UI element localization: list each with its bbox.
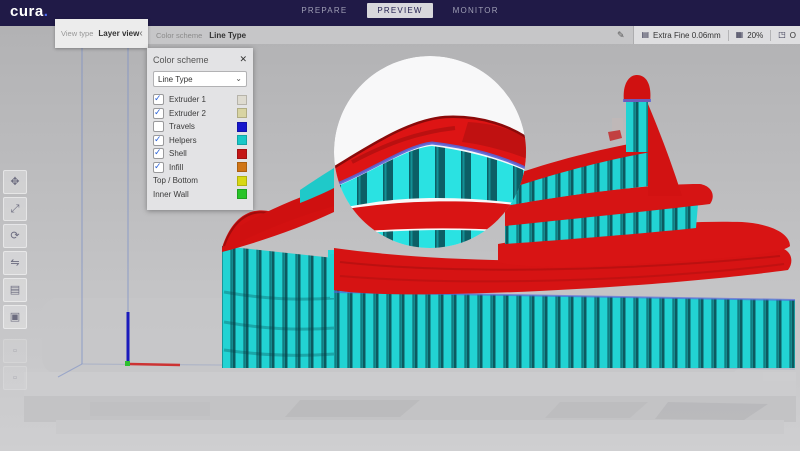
tool-button[interactable]: ✥ bbox=[3, 170, 27, 194]
row-checkbox[interactable] bbox=[153, 148, 164, 159]
tool-button[interactable]: ▫ bbox=[3, 366, 27, 390]
tool-sidebar: ✥ ⤢ ⟳ ⇋ ▤ ▣ ▫ ▫ bbox=[3, 170, 27, 390]
stage-tabs: PREPARE PREVIEW MONITOR bbox=[0, 0, 800, 20]
profile-summary: Extra Fine 0.06mm bbox=[653, 31, 721, 40]
tool-icon: ⇋ bbox=[10, 258, 19, 269]
row-checkbox[interactable] bbox=[153, 94, 164, 105]
color-scheme-strip: Color scheme Line Type ✎ ▤ Extra Fine 0.… bbox=[148, 26, 800, 44]
color-swatch bbox=[237, 176, 247, 186]
chip-divider bbox=[728, 30, 729, 41]
tool-button[interactable]: ⤢ bbox=[3, 197, 27, 221]
color-swatch bbox=[237, 108, 247, 118]
view-type-panel[interactable]: View type Layer view ‹ bbox=[55, 19, 148, 48]
legend-row: Helpers bbox=[153, 134, 247, 148]
legend-row: Top / Bottom bbox=[153, 174, 247, 188]
tab-prepare[interactable]: PREPARE bbox=[291, 3, 357, 18]
row-label: Infill bbox=[169, 163, 183, 172]
tool-icon: ▫ bbox=[13, 373, 17, 384]
row-label: Shell bbox=[169, 149, 187, 158]
infill-percent: 20% bbox=[747, 31, 763, 40]
color-swatch bbox=[237, 135, 247, 145]
adhesion-icon: ◳ bbox=[778, 31, 786, 39]
tool-button[interactable]: ⟳ bbox=[3, 224, 27, 248]
color-scheme-strip-label: Color scheme bbox=[156, 31, 202, 40]
color-swatch bbox=[237, 149, 247, 159]
tab-monitor[interactable]: MONITOR bbox=[443, 3, 509, 18]
adhesion-value: O bbox=[790, 31, 796, 40]
print-settings-summary: ✎ ▤ Extra Fine 0.06mm ▦ 20% ◳ O bbox=[617, 26, 800, 44]
row-label: Top / Bottom bbox=[153, 176, 198, 185]
settings-chip[interactable]: ▤ Extra Fine 0.06mm ▦ 20% ◳ O bbox=[633, 26, 800, 44]
tool-icon: ⤢ bbox=[11, 204, 20, 215]
row-checkbox[interactable] bbox=[153, 135, 164, 146]
legend-row: Extruder 2 bbox=[153, 107, 247, 121]
tab-preview[interactable]: PREVIEW bbox=[367, 3, 432, 18]
tool-button[interactable]: ▤ bbox=[3, 278, 27, 302]
row-label: Travels bbox=[169, 122, 195, 131]
color-swatch bbox=[237, 189, 247, 199]
tool-button[interactable]: ▫ bbox=[3, 339, 27, 363]
tool-button[interactable]: ▣ bbox=[3, 305, 27, 329]
chip-divider bbox=[770, 30, 771, 41]
view-type-value: Layer view bbox=[98, 29, 139, 38]
tool-button[interactable]: ⇋ bbox=[3, 251, 27, 275]
row-label: Inner Wall bbox=[153, 190, 189, 199]
row-checkbox[interactable] bbox=[153, 108, 164, 119]
row-checkbox[interactable] bbox=[153, 121, 164, 132]
view-type-label: View type bbox=[61, 29, 93, 38]
collapse-chevron-icon[interactable]: ‹ bbox=[139, 29, 142, 39]
tool-icon: ▣ bbox=[10, 312, 20, 323]
layer-height-icon: ▤ bbox=[641, 31, 649, 39]
legend-rows: Extruder 1 Extruder 2 Travels Helpers Sh… bbox=[153, 93, 247, 201]
tool-icon: ⟳ bbox=[10, 231, 19, 242]
tool-icon: ✥ bbox=[10, 177, 19, 188]
infill-icon: ▦ bbox=[736, 31, 744, 39]
3d-viewport[interactable] bbox=[0, 0, 800, 451]
color-scheme-strip-value[interactable]: Line Type bbox=[209, 31, 246, 40]
edit-pencil-icon[interactable]: ✎ bbox=[617, 30, 625, 41]
dropdown-value: Line Type bbox=[158, 75, 193, 84]
x-axis bbox=[129, 364, 180, 365]
chevron-down-icon: ⌄ bbox=[235, 75, 242, 83]
color-swatch bbox=[237, 122, 247, 132]
legend-row: Inner Wall bbox=[153, 188, 247, 202]
close-icon[interactable]: ✕ bbox=[239, 54, 247, 65]
legend-row: Shell bbox=[153, 147, 247, 161]
row-label: Extruder 2 bbox=[169, 109, 206, 118]
line-type-dropdown[interactable]: Line Type ⌄ bbox=[153, 71, 247, 87]
legend-row: Extruder 1 bbox=[153, 93, 247, 107]
legend-row: Infill bbox=[153, 161, 247, 175]
color-scheme-panel: Color scheme ✕ Line Type ⌄ Extruder 1 Ex… bbox=[147, 48, 253, 210]
legend-row: Travels bbox=[153, 120, 247, 134]
origin-marker bbox=[125, 361, 130, 366]
row-label: Helpers bbox=[169, 136, 197, 145]
panel-title: Color scheme bbox=[153, 55, 209, 65]
tool-icon: ▫ bbox=[13, 346, 17, 357]
row-checkbox[interactable] bbox=[153, 162, 164, 173]
tool-icon: ▤ bbox=[10, 285, 20, 296]
color-swatch bbox=[237, 95, 247, 105]
color-swatch bbox=[237, 162, 247, 172]
row-label: Extruder 1 bbox=[169, 95, 206, 104]
